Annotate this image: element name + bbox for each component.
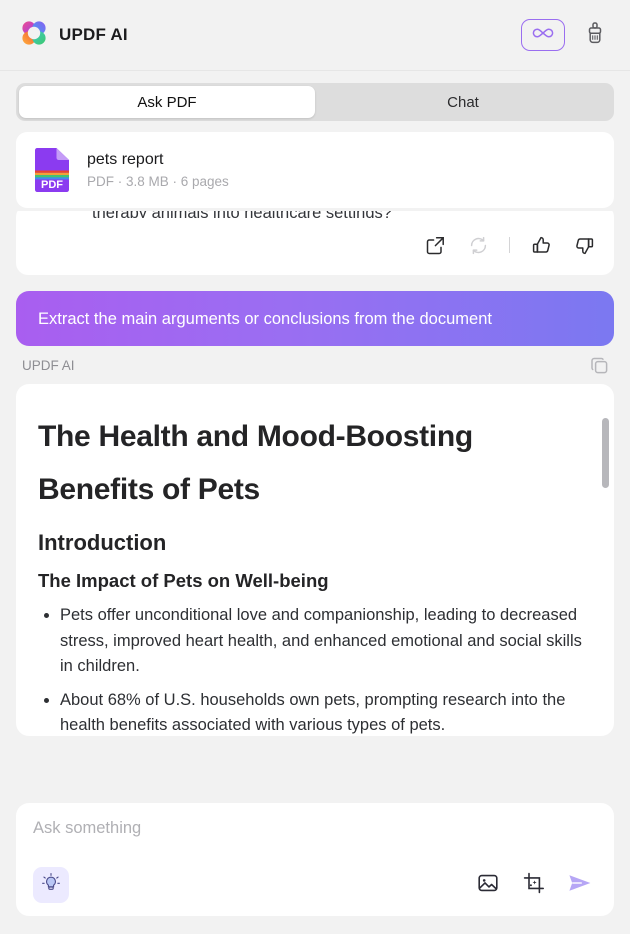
ai-screenshot-button[interactable] bbox=[517, 868, 551, 902]
answer-scrollbar[interactable] bbox=[602, 394, 609, 726]
copy-icon[interactable] bbox=[587, 353, 611, 377]
composer[interactable]: Ask something bbox=[16, 803, 614, 916]
thumbs-up-icon[interactable] bbox=[529, 233, 553, 257]
brush-icon bbox=[584, 21, 606, 50]
ai-crop-icon bbox=[522, 871, 546, 900]
tab-chat[interactable]: Chat bbox=[315, 86, 611, 118]
list-item: About 68% of U.S. households own pets, p… bbox=[60, 688, 592, 737]
composer-toolbar bbox=[33, 866, 597, 904]
ask-input[interactable]: Ask something bbox=[33, 819, 597, 866]
answer-bullet-list: Pets offer unconditional love and compan… bbox=[38, 603, 592, 736]
app-header: UPDF AI bbox=[0, 0, 630, 71]
assistant-label-row: UPDF AI bbox=[16, 346, 614, 384]
file-name: pets report bbox=[87, 151, 164, 168]
mode-tabs-container: Ask PDF Chat bbox=[0, 71, 630, 131]
chat-scroll-area[interactable]: therapy animals into healthcare settings… bbox=[0, 211, 630, 793]
user-message-text: Extract the main arguments or conclusion… bbox=[38, 309, 492, 328]
prompt-suggestions-button[interactable] bbox=[33, 867, 69, 903]
message-actions bbox=[34, 221, 596, 261]
unlimited-credits-button[interactable] bbox=[521, 19, 565, 51]
answer-heading-impact: The Impact of Pets on Well-being bbox=[38, 570, 329, 591]
send-button[interactable] bbox=[563, 868, 597, 902]
file-meta: pets report PDF · 3.8 MB · 6 pages bbox=[87, 151, 229, 189]
assistant-answer-card: The Health and Mood-Boosting Benefits of… bbox=[16, 384, 614, 736]
previous-answer-clipped-text: therapy animals into healthcare settings… bbox=[34, 211, 596, 218]
updf-clover-logo-icon bbox=[20, 19, 48, 52]
clear-chat-button[interactable] bbox=[579, 19, 611, 51]
mode-tabs: Ask PDF Chat bbox=[16, 83, 614, 121]
list-item: Pets offer unconditional love and compan… bbox=[60, 603, 592, 680]
infinity-icon bbox=[531, 26, 555, 45]
answer-title: The Health and Mood-Boosting Benefits of… bbox=[38, 420, 473, 506]
answer-heading-introduction: Introduction bbox=[38, 530, 167, 555]
pdf-file-icon: PDF bbox=[33, 147, 71, 193]
assistant-label: UPDF AI bbox=[22, 357, 75, 373]
actions-divider bbox=[509, 237, 510, 253]
thumbs-down-icon[interactable] bbox=[572, 233, 596, 257]
lightbulb-icon bbox=[40, 872, 62, 899]
image-upload-button[interactable] bbox=[471, 868, 505, 902]
file-meta-text: PDF · 3.8 MB · 6 pages bbox=[87, 174, 229, 189]
refresh-icon[interactable] bbox=[466, 233, 490, 257]
brand: UPDF AI bbox=[20, 19, 128, 52]
attached-file-card[interactable]: PDF pets report PDF · 3.8 MB · 6 pages bbox=[16, 132, 614, 208]
image-icon bbox=[476, 871, 500, 900]
tab-ask-pdf[interactable]: Ask PDF bbox=[19, 86, 315, 118]
user-message-bubble: Extract the main arguments or conclusion… bbox=[16, 291, 614, 346]
composer-container: Ask something bbox=[0, 793, 630, 934]
previous-assistant-message: therapy animals into healthcare settings… bbox=[16, 211, 614, 275]
updf-ai-panel: UPDF AI Ask PDF Chat PDF pets report PDF… bbox=[0, 0, 630, 934]
external-link-icon[interactable] bbox=[423, 233, 447, 257]
svg-text:PDF: PDF bbox=[41, 179, 63, 191]
answer-scrollbar-thumb[interactable] bbox=[602, 418, 609, 488]
app-title: UPDF AI bbox=[59, 25, 128, 44]
send-icon bbox=[567, 872, 593, 899]
